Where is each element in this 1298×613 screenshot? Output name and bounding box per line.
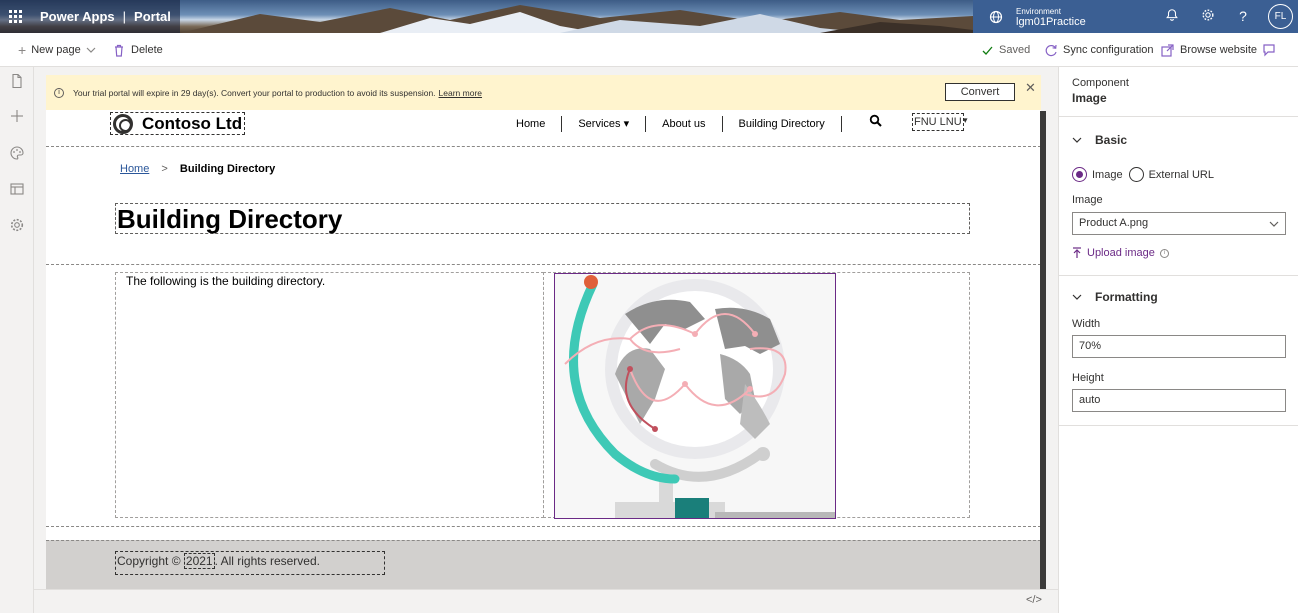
delete-button[interactable]: Delete — [113, 33, 163, 67]
chevron-down-icon — [86, 47, 96, 53]
breadcrumb: Home > Building Directory — [120, 163, 276, 175]
environment-label: Environment — [1016, 6, 1061, 16]
radio-external-url[interactable] — [1128, 167, 1144, 182]
trial-notice-text: Your trial portal will expire in 29 day(… — [73, 87, 436, 98]
help-icon[interactable]: ? — [1235, 8, 1251, 24]
properties-panel: Component Image Basic Image External URL… — [1058, 67, 1298, 613]
environment-picker[interactable]: Environment lgm01Practice — [989, 6, 1086, 28]
formatting-section-header[interactable]: Formatting — [1072, 290, 1158, 304]
breadcrumb-current: Building Directory — [179, 163, 276, 175]
width-label: Width — [1072, 318, 1101, 330]
nav-item-home[interactable]: Home — [500, 116, 563, 132]
template-icon[interactable] — [9, 181, 25, 197]
editor-canvas: i Your trial portal will expire in 29 da… — [34, 67, 1046, 589]
top-header: Power Apps | Portal Environment lgm01Pract… — [0, 0, 1298, 33]
image-select[interactable]: Product A.png — [1072, 212, 1286, 235]
radio-image[interactable] — [1072, 167, 1087, 182]
convert-button[interactable]: Convert — [945, 83, 1015, 101]
theme-icon[interactable] — [9, 145, 25, 161]
sync-icon — [1045, 44, 1057, 56]
user-menu[interactable]: FNU LNU — [912, 113, 964, 131]
help-icon[interactable]: i — [1159, 248, 1169, 258]
sync-configuration-button[interactable]: Sync configuration — [1045, 33, 1154, 67]
content-section[interactable]: The following is the building directory. — [46, 264, 1041, 527]
image-source-radios: Image External URL — [1072, 167, 1214, 182]
nav-item-about-us[interactable]: About us — [646, 116, 723, 132]
close-icon[interactable]: ✕ — [1025, 80, 1036, 96]
portal-page-preview: i Your trial portal will expire in 29 da… — [46, 75, 1041, 589]
site-header: Contoso Ltd Home Services ▾ About us Bui… — [46, 110, 1041, 147]
environment-name: lgm01Practice — [1016, 15, 1086, 28]
nav-item-building-directory[interactable]: Building Directory — [723, 116, 842, 132]
command-bar: + New page Delete Saved Sync configurati… — [0, 33, 1298, 67]
gear-icon[interactable] — [9, 217, 25, 233]
search-icon[interactable] — [869, 114, 883, 128]
plus-icon: + — [18, 42, 27, 58]
feedback-button[interactable] — [1262, 33, 1276, 67]
trial-notice-banner: i Your trial portal will expire in 29 da… — [46, 75, 1041, 110]
info-icon: i — [54, 87, 64, 98]
width-input[interactable]: 70% — [1072, 335, 1286, 358]
upload-image-button[interactable]: Upload image i — [1072, 247, 1169, 259]
external-link-icon — [1161, 43, 1174, 57]
feedback-icon — [1263, 44, 1275, 57]
app-title: Power Apps | Portal — [40, 9, 171, 24]
add-icon[interactable] — [9, 108, 25, 124]
status-bar — [34, 589, 1058, 613]
canvas-scrollbar[interactable] — [1040, 111, 1046, 589]
contoso-logo-icon — [113, 113, 133, 134]
globe-illustration — [555, 274, 835, 518]
height-input[interactable]: auto — [1072, 389, 1286, 412]
chevron-down-icon — [1072, 294, 1082, 300]
avatar[interactable]: FL — [1268, 4, 1293, 29]
chevron-down-icon: ▾ — [963, 115, 968, 125]
selected-image-component[interactable] — [554, 273, 836, 519]
trash-icon — [115, 44, 123, 57]
new-page-button[interactable]: + New page — [18, 33, 96, 67]
body-text: The following is the building directory. — [126, 274, 326, 288]
bell-icon[interactable] — [1164, 8, 1180, 24]
chevron-down-icon — [1072, 137, 1082, 143]
environment-area: Environment lgm01Practice ? FL — [973, 0, 1298, 33]
settings-icon[interactable] — [1200, 8, 1216, 24]
page-title: Building Directory — [117, 204, 343, 234]
site-footer: Copyright © 2021. All rights reserved. — [46, 540, 1041, 589]
waffle-icon[interactable] — [9, 9, 23, 24]
component-value: Image — [1072, 91, 1107, 105]
text-column[interactable]: The following is the building directory. — [115, 272, 544, 518]
page-icon[interactable] — [9, 73, 25, 89]
image-column[interactable] — [543, 272, 970, 519]
saved-status: Saved — [982, 33, 1030, 67]
globe-icon — [989, 10, 1003, 23]
nav-item-services[interactable]: Services ▾ — [562, 116, 647, 132]
image-field-label: Image — [1072, 194, 1103, 206]
breadcrumb-home-link[interactable]: Home — [120, 163, 149, 175]
copyright-text[interactable]: Copyright © 2021. All rights reserved. — [115, 551, 385, 575]
page-title-container[interactable]: Building Directory — [115, 203, 970, 234]
left-rail — [0, 67, 34, 613]
site-logo[interactable]: Contoso Ltd — [110, 112, 246, 135]
upload-icon — [1073, 247, 1081, 258]
chevron-down-icon — [1269, 221, 1279, 227]
height-label: Height — [1072, 372, 1104, 384]
basic-section-header[interactable]: Basic — [1072, 133, 1127, 147]
brand-name: Contoso Ltd — [142, 113, 243, 133]
browse-website-button[interactable]: Browse website — [1161, 33, 1257, 67]
learn-more-link[interactable]: Learn more — [439, 88, 482, 98]
check-icon — [982, 46, 993, 55]
component-label: Component — [1072, 77, 1129, 89]
code-icon[interactable]: </> — [1026, 594, 1042, 606]
site-nav: Home Services ▾ About us Building Direct… — [500, 114, 842, 134]
